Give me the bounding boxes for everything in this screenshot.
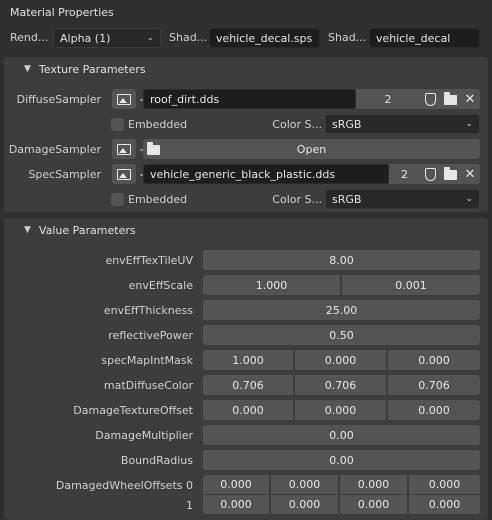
DamageTextureOffset-label: DamageTextureOffset [73,404,193,417]
render-dropdown[interactable]: Alpha (1) ⌄ [53,28,161,48]
folder-icon[interactable] [440,164,460,184]
matDiffuseColor-field-0[interactable]: 0.706 [203,375,293,395]
DamagedWheelOffsets-r1-c2[interactable]: 0.000 [340,495,407,514]
diffuse-color-space-value: sRGB [332,117,362,131]
DamagedWheelOffsets-r0-c1[interactable]: 0.000 [271,475,338,494]
diffuse-users-count[interactable]: 2 [356,89,420,109]
spec-color-space-value: sRGB [332,192,362,206]
envEffTexTileUV-field[interactable]: 8.00 [203,250,480,270]
specMapIntMask-field-0[interactable]: 1.000 [203,350,293,370]
shader1-label: Shad... [169,31,208,44]
DamagedWheelOffsets-label-1: 1 [186,499,193,512]
specMapIntMask-label: specMapIntMask [101,354,193,367]
chevron-down-icon: ⌄ [465,194,473,204]
DamageMultiplier-field[interactable]: 0.00 [203,425,480,445]
value-parameters-title: Value Parameters [38,223,136,237]
image-icon [112,139,136,159]
damage-image-picker[interactable]: ⌄ [112,139,146,159]
texture-parameters-header[interactable]: ▼ Texture Parameters [4,57,488,81]
close-icon[interactable]: ✕ [460,89,480,109]
spec-users-count[interactable]: 2 [389,164,420,184]
envEffScale-field-1[interactable]: 0.001 [342,275,480,295]
reflectivePower-field[interactable]: 0.50 [203,325,480,345]
DamagedWheelOffsets-r0-c2[interactable]: 0.000 [340,475,407,494]
diffuse-embedded-checkbox[interactable] [111,118,124,131]
DamagedWheelOffsets-label-0: DamagedWheelOffsets 0 [55,479,193,492]
DamageTextureOffset-field-0[interactable]: 0.000 [203,400,293,420]
BoundRadius-field[interactable]: 0.00 [203,450,480,470]
spec-embedded-label: Embedded [128,193,188,206]
DamagedWheelOffsets-r1-c1[interactable]: 0.000 [271,495,338,514]
folder-icon[interactable] [440,89,460,109]
shader2-label: Shad... [328,31,367,44]
render-value: Alpha (1) [60,31,111,45]
diffuse-color-space-label: Color S... [272,118,322,131]
shader-file-field[interactable]: vehicle_decal.sps [209,28,320,48]
shader-name-field[interactable]: vehicle_decal [369,28,480,48]
spec-image-picker[interactable]: ⌄ [112,164,146,184]
envEffTexTileUV-label: envEffTexTileUV [105,254,193,267]
spec-sampler-label: SpecSampler [28,168,101,181]
damage-sampler-label: DamageSampler [8,143,101,156]
chevron-down-icon: ▼ [24,64,31,74]
panel-title: Material Properties [10,6,114,19]
matDiffuseColor-field-1[interactable]: 0.706 [295,375,386,395]
open-label: Open [296,142,327,156]
specMapIntMask-field-1[interactable]: 0.000 [295,350,386,370]
diffuse-color-space-dropdown[interactable]: sRGB ⌄ [325,114,480,134]
DamageMultiplier-label: DamageMultiplier [95,429,193,442]
folder-icon [147,142,160,155]
spec-color-space-label: Color S... [272,193,322,206]
spec-image-name-field[interactable]: vehicle_generic_black_plastic.dds [143,164,389,184]
reflectivePower-label: reflectivePower [108,329,193,342]
BoundRadius-label: BoundRadius [120,454,193,467]
damage-open-button[interactable]: Open [143,139,480,159]
diffuse-image-picker[interactable]: ⌄ [112,89,146,109]
render-label: Rend... [10,31,49,44]
chevron-down-icon: ▼ [24,225,31,235]
image-icon [112,89,136,109]
diffuse-embedded-label: Embedded [128,118,188,131]
texture-parameters-title: Texture Parameters [38,62,146,76]
DamagedWheelOffsets-r1-c0[interactable]: 0.000 [203,495,269,514]
image-icon [112,164,136,184]
DamagedWheelOffsets-r1-c3[interactable]: 0.000 [409,495,480,514]
spec-color-space-dropdown[interactable]: sRGB ⌄ [325,189,480,209]
specMapIntMask-field-2[interactable]: 0.000 [388,350,480,370]
fake-user-shield-icon[interactable] [420,89,440,109]
DamageTextureOffset-field-1[interactable]: 0.000 [295,400,386,420]
close-icon[interactable]: ✕ [460,164,480,184]
chevron-down-icon: ⌄ [146,33,154,43]
DamageTextureOffset-field-2[interactable]: 0.000 [388,400,480,420]
value-parameters-header[interactable]: ▼ Value Parameters [4,218,488,242]
spec-embedded-checkbox[interactable] [111,193,124,206]
matDiffuseColor-field-2[interactable]: 0.706 [388,375,480,395]
envEffScale-label: envEffScale [128,279,193,292]
envEffThickness-field[interactable]: 25.00 [203,300,480,320]
DamagedWheelOffsets-r0-c3[interactable]: 0.000 [409,475,480,494]
DamagedWheelOffsets-r0-c0[interactable]: 0.000 [203,475,269,494]
diffuse-image-name-field[interactable]: roof_dirt.dds [143,89,356,109]
chevron-down-icon: ⌄ [465,119,473,129]
envEffThickness-label: envEffThickness [103,304,193,317]
envEffScale-field-0[interactable]: 1.000 [203,275,340,295]
matDiffuseColor-label: matDiffuseColor [103,379,193,392]
diffuse-sampler-label: DiffuseSampler [16,93,101,106]
fake-user-shield-icon[interactable] [420,164,440,184]
